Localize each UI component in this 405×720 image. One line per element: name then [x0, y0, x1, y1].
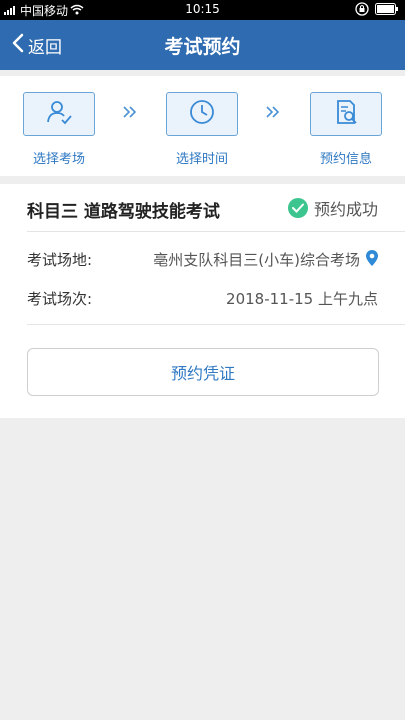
divider [27, 324, 405, 325]
lock-rotation-icon [355, 2, 369, 19]
status-bar: 中国移动 10:15 [0, 0, 405, 20]
battery-icon [375, 3, 399, 18]
person-check-icon [45, 98, 73, 130]
step-select-venue[interactable]: 选择考场 [22, 92, 96, 167]
step-icon-box [166, 92, 238, 136]
exam-title: 科目三 道路驾驶技能考试 [27, 202, 220, 222]
session-label: 考试场次: [27, 290, 93, 308]
status-time: 10:15 [185, 2, 220, 16]
step-label: 预约信息 [319, 152, 372, 167]
booking-voucher-button[interactable]: 预约凭证 [27, 348, 379, 396]
status-right [355, 2, 399, 19]
check-circle-icon [287, 198, 308, 218]
step-booking-info[interactable]: 预约信息 [309, 92, 383, 167]
divider [27, 231, 405, 232]
location-value-wrap[interactable]: 亳州支队科目三(小车)综合考场 [153, 249, 378, 270]
step-progress: 选择考场 选择时间 预约信息 [0, 76, 405, 176]
step-label: 选择时间 [175, 152, 228, 167]
step-select-time[interactable]: 选择时间 [165, 92, 239, 167]
location-label: 考试场地: [27, 251, 93, 269]
double-chevron-right-icon [122, 104, 138, 125]
page-title: 考试预约 [164, 36, 241, 58]
double-chevron-right-icon [265, 104, 281, 125]
nav-bar: 返回 考试预约 [0, 20, 405, 70]
map-pin-icon[interactable] [366, 249, 378, 270]
step-label: 选择考场 [32, 152, 85, 167]
session-value: 2018-11-15 上午九点 [226, 290, 378, 308]
document-search-icon [332, 98, 360, 130]
step-icon-box [310, 92, 382, 136]
booking-card: 科目三 道路驾驶技能考试 预约成功 考试场地: 亳州支队科目三(小车)综合考场 … [0, 184, 405, 418]
session-row: 考试场次: 2018-11-15 上午九点 [27, 288, 378, 310]
step-icon-box [23, 92, 95, 136]
card-header: 科目三 道路驾驶技能考试 预约成功 [0, 184, 405, 232]
location-value: 亳州支队科目三(小车)综合考场 [153, 251, 360, 269]
clock-icon [188, 98, 216, 130]
status-text: 预约成功 [313, 200, 378, 219]
location-row: 考试场地: 亳州支队科目三(小车)综合考场 [27, 249, 378, 271]
status-badge: 预约成功 [287, 196, 378, 220]
